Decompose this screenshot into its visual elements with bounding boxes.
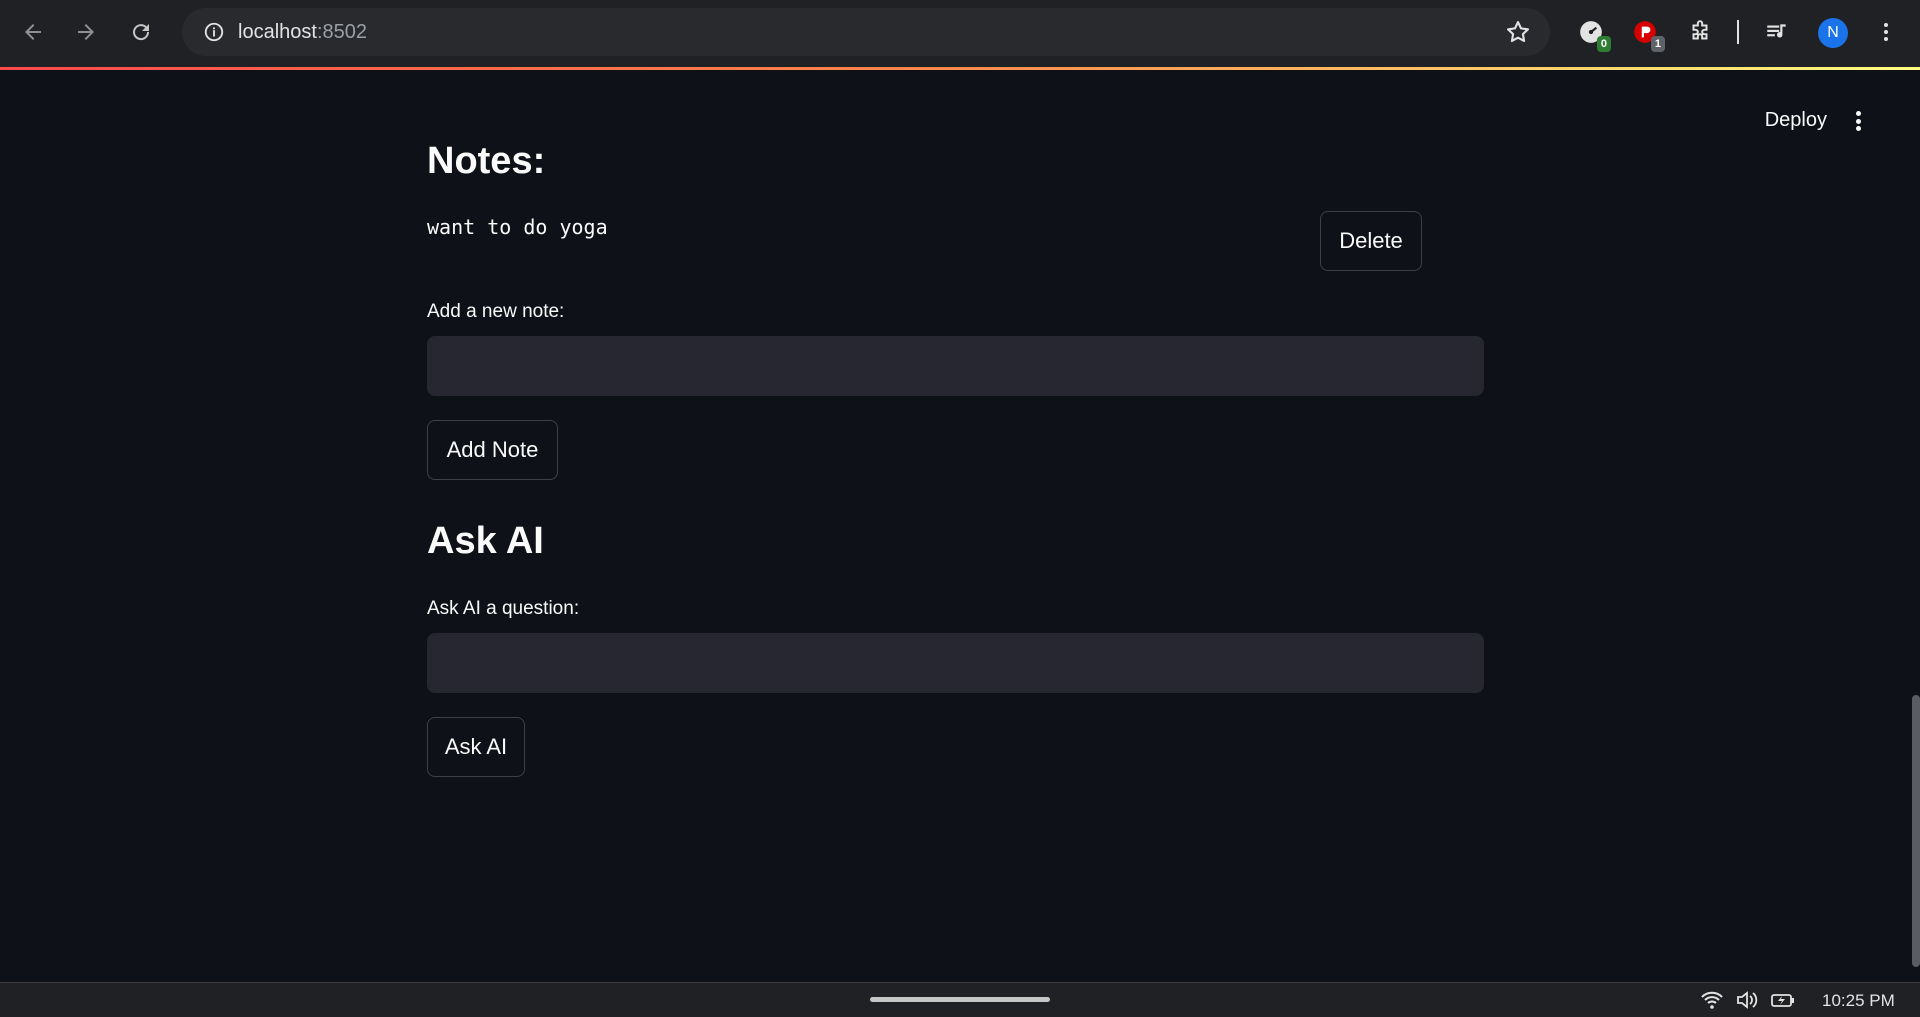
- volume-icon[interactable]: [1735, 989, 1759, 1011]
- menu-dot: [1855, 126, 1861, 131]
- address-bar[interactable]: localhost:8502: [182, 8, 1550, 56]
- playlist-icon: [1767, 24, 1786, 38]
- arrow-right-icon: [78, 24, 94, 40]
- clock-time[interactable]: 10:25 PM: [1822, 991, 1895, 1011]
- url-text: localhost:8502: [238, 21, 367, 44]
- add-note-label: Add a new note:: [427, 301, 565, 322]
- home-handle[interactable]: [870, 997, 1050, 1002]
- extension-badge: 1: [1650, 36, 1665, 52]
- streamlit-app: Deploy Notes: want to do yoga Delete Add…: [0, 70, 1920, 982]
- note-item-text: want to do yoga: [427, 215, 608, 239]
- red-extension-button[interactable]: 1: [1627, 14, 1665, 52]
- back-button[interactable]: [15, 14, 51, 50]
- ask-ai-heading: Ask AI: [427, 520, 544, 562]
- app-menu-button[interactable]: [1846, 108, 1870, 134]
- forward-button[interactable]: [68, 14, 104, 50]
- add-note-input[interactable]: [427, 336, 1484, 396]
- add-note-button[interactable]: Add Note: [427, 420, 558, 480]
- wifi-icon[interactable]: [1700, 989, 1724, 1011]
- notes-heading: Notes:: [427, 140, 546, 182]
- ask-ai-label: Ask AI a question:: [427, 598, 580, 619]
- speedometer-extension-button[interactable]: 0: [1573, 14, 1611, 52]
- extension-badge: 0: [1596, 36, 1611, 52]
- battery-charging-icon[interactable]: [1770, 989, 1794, 1011]
- url-port: :8502: [316, 20, 367, 43]
- browser-toolbar: localhost:8502 0 1 N: [0, 0, 1920, 67]
- url-host: localhost: [238, 20, 317, 43]
- page-scrollbar[interactable]: [1912, 695, 1920, 967]
- site-info-icon[interactable]: [190, 8, 238, 56]
- browser-menu-button[interactable]: [1868, 14, 1904, 50]
- ask-ai-button[interactable]: Ask AI: [427, 717, 525, 777]
- menu-dot: [1855, 111, 1861, 116]
- more-vert-icon: [1884, 23, 1888, 41]
- profile-avatar[interactable]: N: [1818, 18, 1848, 48]
- arrow-left-icon: [25, 24, 41, 40]
- reload-button[interactable]: [123, 14, 159, 50]
- extensions-button[interactable]: [1682, 14, 1718, 50]
- toolbar-divider: [1737, 20, 1739, 44]
- media-controls-button[interactable]: [1759, 14, 1795, 50]
- os-taskbar: 10:25 PM: [0, 982, 1920, 1017]
- menu-dot: [1855, 118, 1861, 124]
- puzzle-icon: [1692, 20, 1708, 40]
- deploy-button[interactable]: Deploy: [1765, 109, 1827, 132]
- reload-icon: [133, 24, 150, 41]
- delete-note-button[interactable]: Delete: [1320, 211, 1422, 271]
- ask-ai-input[interactable]: [427, 633, 1484, 693]
- bookmark-star-icon[interactable]: [1504, 18, 1532, 46]
